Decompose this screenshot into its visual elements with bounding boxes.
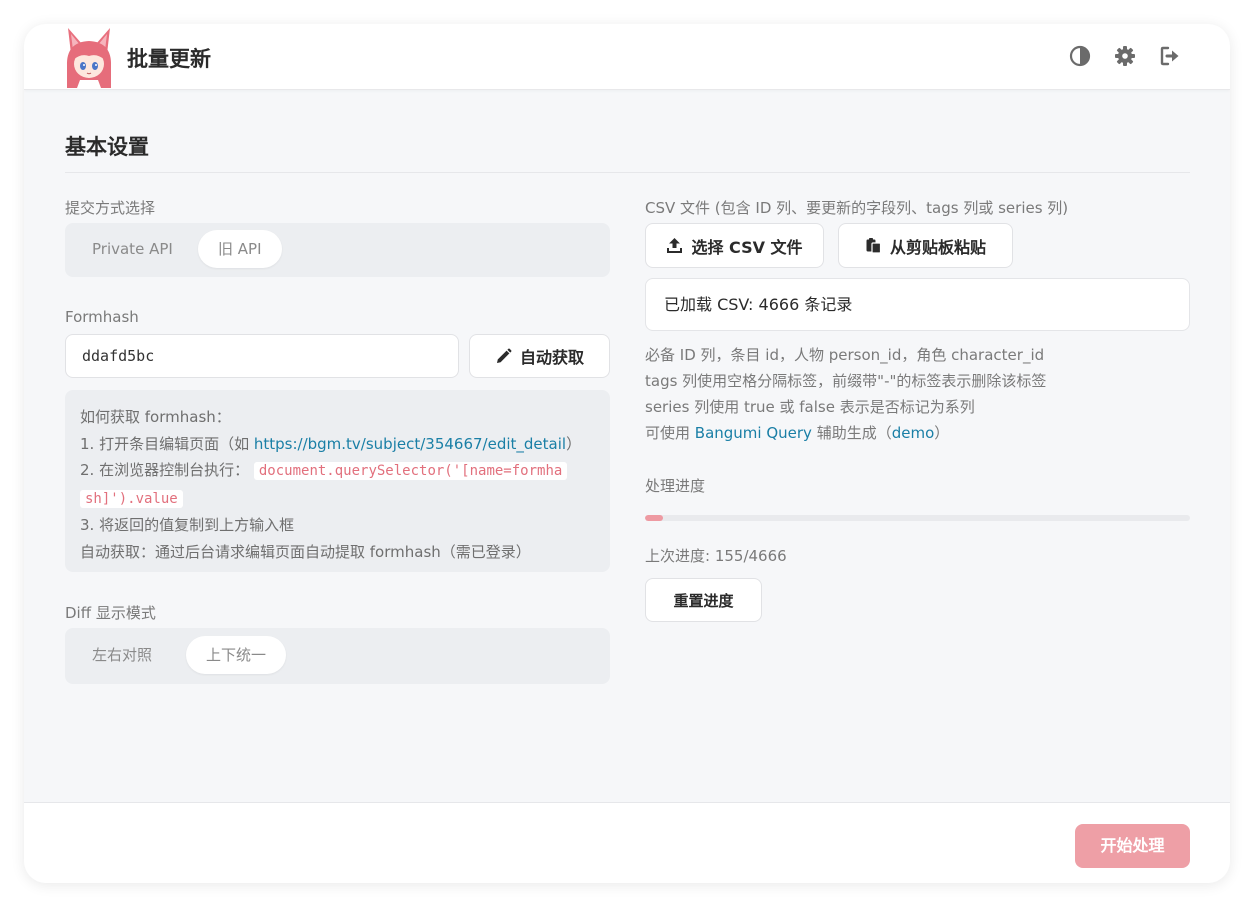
diff-mode-side-by-side[interactable]: 左右对照 — [72, 636, 172, 674]
submit-mode-old-api[interactable]: 旧 API — [198, 230, 282, 268]
logout-icon[interactable] — [1159, 45, 1181, 67]
csv-note-tags: tags 列使用空格分隔标签，前缀带"-"的标签表示删除该标签 — [645, 372, 1047, 390]
select-csv-button[interactable]: 选择 CSV 文件 — [645, 223, 824, 268]
diff-mode-label: Diff 显示模式 — [65, 604, 156, 622]
last-progress-text: 上次进度: 155/4666 — [645, 547, 787, 565]
auto-fetch-label: 自动获取 — [519, 348, 584, 367]
paste-clipboard-button[interactable]: 从剪贴板粘贴 — [838, 223, 1013, 268]
submit-mode-private-api[interactable]: Private API — [72, 230, 193, 268]
csv-status: 已加载 CSV: 4666 条记录 — [645, 278, 1190, 331]
demo-link[interactable]: demo — [892, 424, 935, 442]
help-title: 如何获取 formhash： — [80, 408, 231, 426]
csv-notes: 必备 ID 列，条目 id，人物 person_id，角色 character_… — [645, 342, 1046, 446]
example-edit-link[interactable]: https://bgm.tv/subject/354667/edit_detai… — [254, 435, 566, 453]
diff-mode-unified[interactable]: 上下统一 — [186, 636, 287, 674]
app-title: 批量更新 — [127, 47, 211, 71]
gear-icon[interactable] — [1114, 45, 1136, 67]
formhash-input[interactable]: ddafd5bc — [65, 334, 459, 378]
csv-label: CSV 文件 (包含 ID 列、要更新的字段列、tags 列或 series 列… — [645, 199, 1069, 217]
help-auto-note: 自动获取：通过后台请求编辑页面自动提取 formhash（需已登录） — [80, 542, 531, 561]
select-csv-label: 选择 CSV 文件 — [691, 237, 803, 257]
progress-label: 处理进度 — [645, 477, 706, 495]
help-step-3: 3. 将返回的值复制到上方输入框 — [80, 516, 295, 534]
auto-fetch-button[interactable]: 自动获取 — [469, 334, 610, 378]
pencil-icon — [496, 348, 512, 363]
progress-fill — [645, 515, 664, 521]
bangumi-query-link[interactable]: Bangumi Query — [695, 424, 812, 442]
formhash-label: Formhash — [65, 308, 139, 326]
reset-progress-button[interactable]: 重置进度 — [645, 578, 762, 622]
console-code-line2: sh]').value — [80, 489, 183, 508]
main-card: 批量更新 基本设置 提交方式选择 Private API 旧 API Formh… — [24, 24, 1230, 883]
formhash-help-box: 如何获取 formhash： 1. 打开条目编辑页面（如 https://bgm… — [65, 390, 610, 572]
app-header: 批量更新 — [24, 24, 1230, 90]
footer-bar: 开始处理 — [24, 802, 1230, 883]
progress-bar — [645, 515, 1190, 521]
upload-icon — [667, 238, 683, 253]
diff-mode-toggle: 左右对照 上下统一 — [65, 628, 610, 684]
mascot-logo — [64, 26, 114, 88]
submit-mode-label: 提交方式选择 — [65, 199, 156, 217]
help-step-1: 1. 打开条目编辑页面（如 https://bgm.tv/subject/354… — [80, 434, 582, 453]
help-step-2-cont: sh]').value — [80, 485, 595, 513]
contrast-icon[interactable] — [1069, 45, 1091, 67]
submit-mode-toggle: Private API 旧 API — [65, 223, 610, 277]
help-step-2: 2. 在浏览器控制台执行： document.querySelector('[n… — [80, 457, 595, 485]
csv-note-series: series 列使用 true 或 false 表示是否标记为系列 — [645, 398, 975, 416]
start-processing-button[interactable]: 开始处理 — [1075, 824, 1190, 868]
section-divider — [65, 172, 1190, 173]
console-code-line1: document.querySelector('[name=formha — [253, 462, 568, 480]
clipboard-icon — [866, 238, 882, 254]
section-title: 基本设置 — [65, 135, 149, 159]
paste-clipboard-label: 从剪贴板粘贴 — [889, 237, 986, 257]
csv-note-id: 必备 ID 列，条目 id，人物 person_id，角色 character_… — [645, 346, 1045, 364]
csv-note-helper: 可使用 Bangumi Query 辅助生成（demo） — [645, 424, 950, 442]
